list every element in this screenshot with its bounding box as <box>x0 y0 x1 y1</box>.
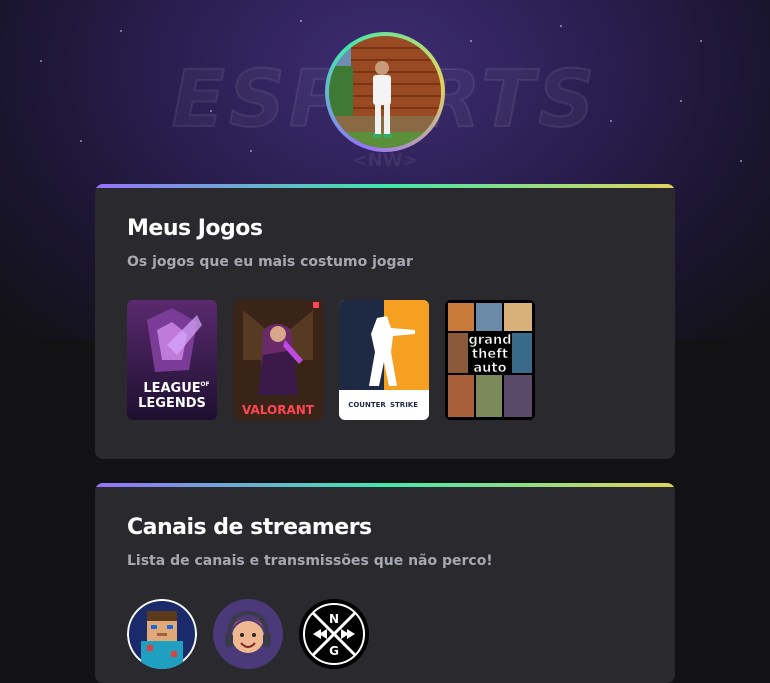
svg-text:G: G <box>329 644 339 658</box>
svg-text:VALORANT: VALORANT <box>242 403 315 417</box>
games-subtitle: Os jogos que eu mais costumo jogar <box>127 254 413 270</box>
streamer-channel-2[interactable] <box>213 599 283 669</box>
minecraft-avatar-icon <box>127 599 197 669</box>
games-title: Meus Jogos <box>127 216 263 241</box>
streamers-title: Canais de streamers <box>127 515 372 540</box>
game-gta-v[interactable]: grand theft auto <box>445 300 535 420</box>
games-card: Meus Jogos Os jogos que eu mais costumo … <box>95 184 675 459</box>
valorant-icon: VALORANT <box>233 300 323 420</box>
svg-text:N: N <box>329 612 339 626</box>
svg-text:LEGENDS: LEGENDS <box>138 396 206 411</box>
svg-text:STRIKE: STRIKE <box>390 401 418 409</box>
streamers-list: N G <box>127 599 369 669</box>
svg-text:LEAGUE: LEAGUE <box>143 381 200 396</box>
counter-strike-icon: COUNTER STRIKE <box>339 300 429 420</box>
streamers-card: Canais de streamers Lista de canais e tr… <box>95 483 675 683</box>
headphones-avatar-icon <box>213 599 283 669</box>
game-counter-strike[interactable]: COUNTER STRIKE <box>339 300 429 420</box>
background-logo-sub: <NW> <box>352 150 418 171</box>
avatar-photo-icon <box>329 36 441 148</box>
svg-text:OF: OF <box>200 381 209 388</box>
svg-text:grand: grand <box>468 333 511 348</box>
league-of-legends-icon: LEAGUE OF LEGENDS <box>127 300 217 420</box>
streamers-subtitle: Lista de canais e transmissões que não p… <box>127 553 493 569</box>
game-league-of-legends[interactable]: LEAGUE OF LEGENDS <box>127 300 217 420</box>
svg-text:COUNTER: COUNTER <box>348 401 386 409</box>
streamer-channel-3[interactable]: N G <box>299 599 369 669</box>
gta-v-icon: grand theft auto <box>445 300 535 420</box>
streamer-channel-1[interactable] <box>127 599 197 669</box>
games-list: LEAGUE OF LEGENDS VALORANT COUNTER STRIK… <box>127 300 535 420</box>
profile-avatar <box>329 36 441 148</box>
game-valorant[interactable]: VALORANT <box>233 300 323 420</box>
svg-text:auto: auto <box>473 361 506 376</box>
ng-logo-icon: N G <box>299 599 369 669</box>
profile-avatar-link[interactable] <box>325 32 445 152</box>
svg-text:theft: theft <box>472 347 508 362</box>
